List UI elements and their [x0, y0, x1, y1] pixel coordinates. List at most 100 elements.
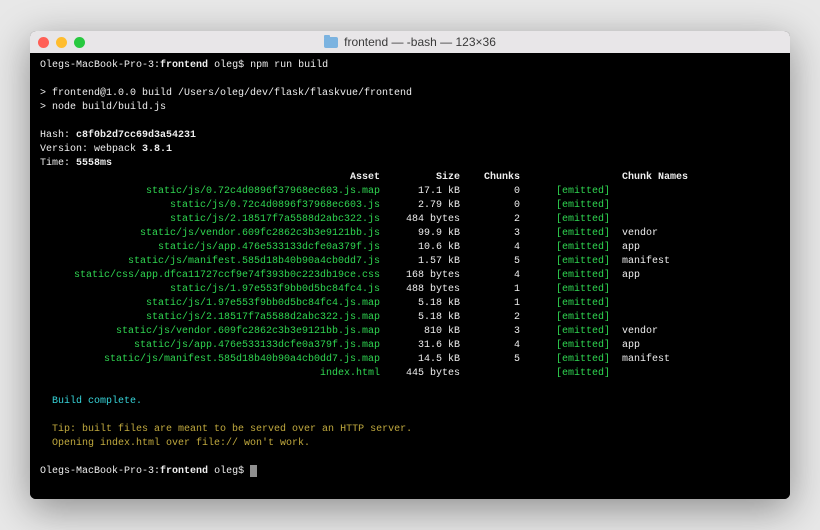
header-emit	[520, 171, 610, 185]
cursor	[250, 465, 257, 477]
asset-emitted: [emitted]	[520, 353, 610, 367]
asset-chunk-name: vendor	[610, 227, 700, 241]
window-title-text: frontend — -bash — 123×36	[344, 35, 496, 49]
asset-name: static/css/app.dfca11727ccf9e74f393b0c22…	[40, 269, 380, 283]
titlebar[interactable]: frontend — -bash — 123×36	[30, 31, 790, 53]
table-row: static/js/1.97e553f9bb0d5bc84fc4.js488 b…	[40, 283, 780, 297]
asset-emitted: [emitted]	[520, 227, 610, 241]
asset-name: static/js/1.97e553f9bb0d5bc84fc4.js.map	[40, 297, 380, 311]
asset-name: static/js/1.97e553f9bb0d5bc84fc4.js	[40, 283, 380, 297]
asset-name: static/js/vendor.609fc2862c3b3e9121bb.js…	[40, 325, 380, 339]
asset-size: 488 bytes	[380, 283, 460, 297]
asset-name: static/js/manifest.585d18b40b90a4cb0dd7.…	[40, 255, 380, 269]
table-row: static/js/1.97e553f9bb0d5bc84fc4.js.map5…	[40, 297, 780, 311]
asset-chunk-name: manifest	[610, 353, 700, 367]
table-row: static/js/app.476e533133dcfe0a379f.js.ma…	[40, 339, 780, 353]
asset-size: 10.6 kB	[380, 241, 460, 255]
asset-size: 484 bytes	[380, 213, 460, 227]
table-row: static/js/vendor.609fc2862c3b3e9121bb.js…	[40, 227, 780, 241]
asset-emitted: [emitted]	[520, 367, 610, 381]
asset-size: 99.9 kB	[380, 227, 460, 241]
table-row: static/css/app.dfca11727ccf9e74f393b0c22…	[40, 269, 780, 283]
blank-line	[40, 115, 780, 129]
npm-header-1: > frontend@1.0.0 build /Users/oleg/dev/f…	[40, 87, 780, 101]
asset-chunk-name	[610, 185, 700, 199]
asset-emitted: [emitted]	[520, 283, 610, 297]
asset-size: 5.18 kB	[380, 311, 460, 325]
asset-name: index.html	[40, 367, 380, 381]
asset-chunk-name	[610, 367, 700, 381]
table-row: static/js/2.18517f7a5588d2abc322.js.map5…	[40, 311, 780, 325]
asset-emitted: [emitted]	[520, 297, 610, 311]
asset-name: static/js/app.476e533133dcfe0a379f.js	[40, 241, 380, 255]
zoom-button[interactable]	[74, 37, 85, 48]
asset-chunks: 5	[460, 255, 520, 269]
asset-size: 168 bytes	[380, 269, 460, 283]
table-row: static/js/0.72c4d0896f37968ec603.js.map1…	[40, 185, 780, 199]
prompt-line: Olegs-MacBook-Pro-3:frontend oleg$ npm r…	[40, 59, 780, 73]
asset-size: 17.1 kB	[380, 185, 460, 199]
asset-chunk-name: app	[610, 339, 700, 353]
asset-emitted: [emitted]	[520, 185, 610, 199]
blank-line	[40, 451, 780, 465]
folder-icon	[324, 37, 338, 48]
tip-line-2: Opening index.html over file:// won't wo…	[40, 437, 780, 451]
asset-emitted: [emitted]	[520, 241, 610, 255]
asset-chunk-name	[610, 311, 700, 325]
terminal-body[interactable]: Olegs-MacBook-Pro-3:frontend oleg$ npm r…	[30, 53, 790, 499]
asset-chunks: 3	[460, 227, 520, 241]
window-title: frontend — -bash — 123×36	[38, 35, 782, 49]
asset-size: 1.57 kB	[380, 255, 460, 269]
header-chunks: Chunks	[460, 171, 520, 185]
asset-chunk-name	[610, 283, 700, 297]
asset-size: 2.79 kB	[380, 199, 460, 213]
asset-chunks	[460, 367, 520, 381]
table-header: Asset Size Chunks Chunk Names	[40, 171, 780, 185]
header-names: Chunk Names	[610, 171, 700, 185]
asset-chunks: 0	[460, 199, 520, 213]
asset-emitted: [emitted]	[520, 339, 610, 353]
traffic-lights	[38, 37, 85, 48]
build-hash: Hash: c8f0b2d7cc69d3a54231	[40, 129, 780, 143]
asset-chunk-name: app	[610, 269, 700, 283]
close-button[interactable]	[38, 37, 49, 48]
table-row: static/js/manifest.585d18b40b90a4cb0dd7.…	[40, 353, 780, 367]
build-time: Time: 5558ms	[40, 157, 780, 171]
table-row: static/js/vendor.609fc2862c3b3e9121bb.js…	[40, 325, 780, 339]
asset-emitted: [emitted]	[520, 311, 610, 325]
header-asset: Asset	[40, 171, 380, 185]
minimize-button[interactable]	[56, 37, 67, 48]
blank-line	[40, 73, 780, 87]
table-row: static/js/0.72c4d0896f37968ec603.js2.79 …	[40, 199, 780, 213]
asset-chunks: 3	[460, 325, 520, 339]
table-row: static/js/manifest.585d18b40b90a4cb0dd7.…	[40, 255, 780, 269]
asset-chunks: 1	[460, 283, 520, 297]
asset-chunk-name: manifest	[610, 255, 700, 269]
asset-chunk-name	[610, 297, 700, 311]
tip-line-1: Tip: built files are meant to be served …	[40, 423, 780, 437]
asset-name: static/js/0.72c4d0896f37968ec603.js.map	[40, 185, 380, 199]
blank-line	[40, 381, 780, 395]
asset-chunk-name	[610, 199, 700, 213]
asset-chunks: 4	[460, 339, 520, 353]
asset-emitted: [emitted]	[520, 269, 610, 283]
asset-emitted: [emitted]	[520, 213, 610, 227]
asset-name: static/js/manifest.585d18b40b90a4cb0dd7.…	[40, 353, 380, 367]
asset-size: 31.6 kB	[380, 339, 460, 353]
header-size: Size	[380, 171, 460, 185]
asset-chunks: 2	[460, 213, 520, 227]
asset-chunks: 5	[460, 353, 520, 367]
asset-chunk-name	[610, 213, 700, 227]
assets-table: Asset Size Chunks Chunk Names static/js/…	[40, 171, 780, 381]
asset-chunk-name: app	[610, 241, 700, 255]
asset-size: 445 bytes	[380, 367, 460, 381]
asset-emitted: [emitted]	[520, 325, 610, 339]
asset-name: static/js/app.476e533133dcfe0a379f.js.ma…	[40, 339, 380, 353]
build-version: Version: webpack 3.8.1	[40, 143, 780, 157]
terminal-window: frontend — -bash — 123×36 Olegs-MacBook-…	[30, 31, 790, 499]
asset-chunks: 4	[460, 269, 520, 283]
prompt-line-2: Olegs-MacBook-Pro-3:frontend oleg$	[40, 465, 780, 479]
asset-size: 14.5 kB	[380, 353, 460, 367]
npm-header-2: > node build/build.js	[40, 101, 780, 115]
table-row: static/js/app.476e533133dcfe0a379f.js10.…	[40, 241, 780, 255]
